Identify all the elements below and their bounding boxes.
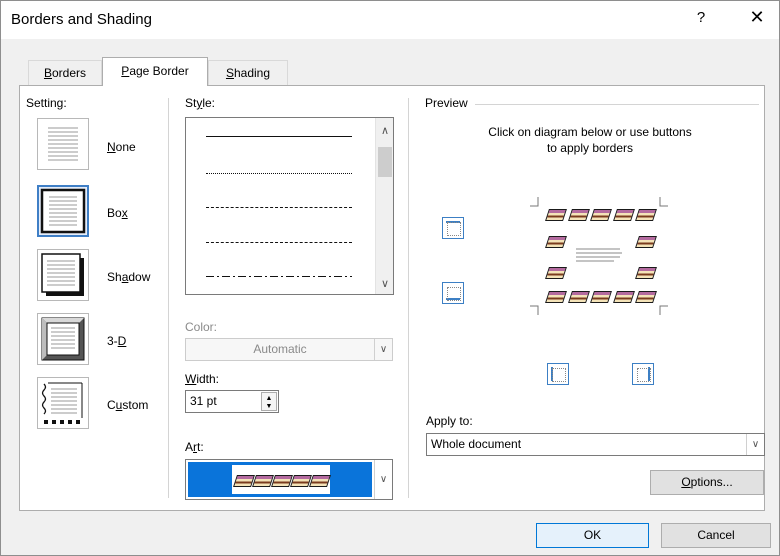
apply-to-select[interactable]: Whole document ∨: [426, 433, 765, 456]
cake-icon: [272, 471, 290, 489]
setting-box-icon[interactable]: [37, 185, 89, 237]
cake-icon: [569, 205, 587, 223]
cake-icon: [569, 287, 587, 305]
column-divider: [408, 98, 409, 498]
tab-page-border[interactable]: Page Border: [102, 57, 208, 86]
preview-instructions: Click on diagram below or use buttons to…: [488, 125, 692, 155]
color-combo: Automatic ∨: [185, 338, 393, 361]
style-scrollbar[interactable]: ∧ ∨: [375, 118, 393, 294]
setting-none-icon[interactable]: [37, 118, 89, 170]
title-bar: Borders and Shading ? ✕: [1, 1, 779, 39]
setting-label: Setting:: [26, 96, 67, 110]
setting-box-label[interactable]: Box: [107, 206, 128, 220]
setting-shadow-label[interactable]: Shadow: [107, 270, 150, 284]
style-dash-dot-line[interactable]: [206, 276, 352, 277]
style-small-dash-line[interactable]: [206, 207, 352, 208]
apply-to-value: Whole document: [431, 437, 522, 451]
cake-icon: [546, 263, 564, 281]
setting-none-label[interactable]: None: [107, 140, 136, 154]
color-label: Color:: [185, 320, 218, 334]
setting-custom-icon[interactable]: [37, 377, 89, 429]
cake-icon: [636, 205, 654, 223]
dialog-title: Borders and Shading: [11, 11, 152, 28]
cake-icon: [310, 471, 328, 489]
width-spinner[interactable]: 31 pt ▲ ▼: [185, 390, 279, 413]
cake-icon: [234, 471, 252, 489]
preview-diagram[interactable]: [516, 191, 682, 321]
art-combo[interactable]: ∨: [185, 459, 393, 500]
style-dotted-line[interactable]: [206, 173, 352, 174]
setting-custom-label[interactable]: Custom: [107, 398, 148, 412]
right-border-button[interactable]: [632, 363, 654, 385]
chevron-down-icon: ∨: [374, 339, 392, 360]
cake-icon: [546, 205, 564, 223]
style-label: Style:: [185, 96, 216, 110]
top-art-border: [546, 205, 654, 223]
borders-and-shading-dialog: Borders and Shading ? ✕ Borders Page Bor…: [0, 0, 780, 556]
page-border-panel: Setting: None Box Shadow 3-D Custom Styl…: [19, 85, 765, 511]
left-art-border: [546, 225, 564, 287]
apply-to-label: Apply to:: [426, 414, 473, 428]
width-value[interactable]: 31 pt: [190, 391, 217, 412]
column-divider: [168, 98, 169, 498]
cake-icon: [614, 205, 632, 223]
color-value: Automatic: [253, 342, 307, 356]
width-label: Width:: [185, 372, 220, 386]
options-button[interactable]: Options...: [650, 470, 764, 495]
ok-button[interactable]: OK: [536, 523, 649, 548]
setting-3d-label[interactable]: 3-D: [107, 334, 126, 348]
right-art-border: [636, 225, 654, 287]
art-label: Art:: [185, 440, 204, 454]
cake-icon: [546, 287, 564, 305]
scroll-thumb[interactable]: [378, 147, 392, 177]
cake-icon: [546, 232, 564, 250]
help-button[interactable]: ?: [691, 9, 711, 26]
cancel-button[interactable]: Cancel: [661, 523, 771, 548]
preview-rule: [475, 104, 759, 105]
style-listbox[interactable]: ∧ ∨: [185, 117, 394, 295]
art-selection: [188, 462, 372, 497]
chevron-down-icon[interactable]: ∨: [374, 460, 392, 499]
cake-icon: [591, 287, 609, 305]
left-border-button[interactable]: [547, 363, 569, 385]
tab-borders[interactable]: Borders: [28, 60, 102, 85]
tab-shading[interactable]: Shading: [208, 60, 288, 85]
chevron-down-icon[interactable]: ∨: [746, 434, 764, 455]
top-border-button[interactable]: [442, 217, 464, 239]
cake-icon: [636, 263, 654, 281]
bottom-art-border: [546, 287, 654, 305]
setting-3d-icon[interactable]: [37, 313, 89, 365]
cake-icon: [291, 471, 309, 489]
cake-icon: [636, 232, 654, 250]
cake-icon: [253, 471, 271, 489]
setting-shadow-icon[interactable]: [37, 249, 89, 301]
art-cake-sample: [232, 465, 330, 494]
spin-buttons[interactable]: ▲ ▼: [261, 392, 277, 411]
spin-down-icon[interactable]: ▼: [262, 396, 276, 417]
bottom-border-button[interactable]: [442, 282, 464, 304]
cake-icon: [614, 287, 632, 305]
scroll-up-icon[interactable]: ∧: [376, 124, 393, 137]
scroll-down-icon[interactable]: ∨: [376, 277, 393, 290]
cake-icon: [591, 205, 609, 223]
close-icon[interactable]: ✕: [746, 7, 768, 28]
cake-icon: [636, 287, 654, 305]
style-large-dash-line[interactable]: [206, 242, 352, 243]
style-solid-line[interactable]: [206, 136, 352, 137]
preview-label: Preview: [425, 96, 468, 110]
